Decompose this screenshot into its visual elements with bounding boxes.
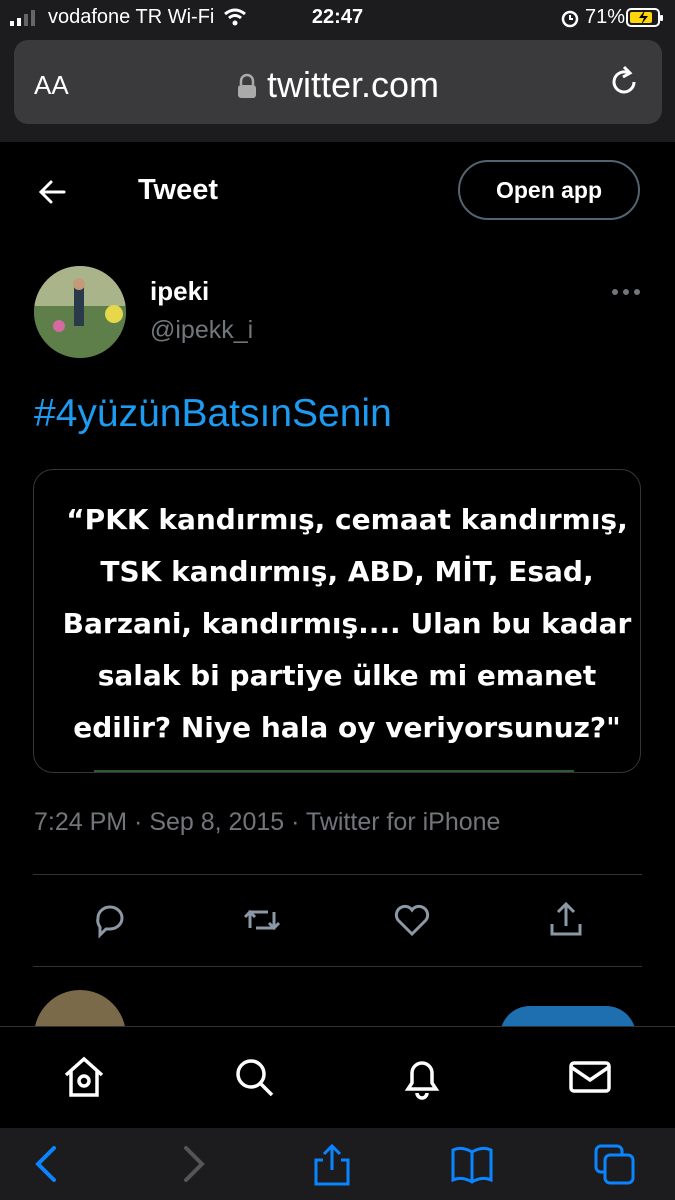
retweet-icon[interactable] [240,898,284,942]
reply-icon[interactable] [88,898,132,942]
battery-percent: 71% [585,6,626,28]
url-display[interactable]: twitter.com [14,64,662,106]
author-avatar[interactable] [34,266,126,358]
notifications-bell-icon[interactable] [398,1053,446,1101]
bookmarks-icon[interactable] [450,1142,494,1186]
search-icon[interactable] [230,1053,278,1101]
battery-charging-icon [626,8,663,27]
tabs-icon[interactable] [592,1142,636,1186]
like-icon[interactable] [390,898,434,942]
author-name[interactable]: ipeki [150,276,209,307]
image-bottom-line [94,770,574,772]
tweet-timestamp[interactable]: 7:24 PM · Sep 8, 2015 · Twitter for iPho… [34,808,500,837]
more-options-icon[interactable] [610,282,642,302]
browser-forward-icon[interactable] [170,1142,214,1186]
tweet-hashtag-link[interactable]: #4yüzünBatsınSenin [34,392,392,436]
open-app-button[interactable]: Open app [458,160,640,220]
share-icon[interactable] [544,898,588,942]
avatar-photo [34,266,126,358]
tweet-image[interactable]: “PKK kandırmış, cemaat kandırmış, TSK ka… [33,469,641,773]
bottom-navigation [0,1026,675,1129]
divider [33,966,642,967]
address-bar[interactable]: AA twitter.com [14,40,662,124]
lock-icon [237,73,256,98]
browser-toolbar [0,1128,675,1200]
browser-share-icon[interactable] [310,1142,354,1186]
status-bar: vodafone TR Wi-Fi 22:47 71% [0,0,675,36]
alarm-icon [561,10,579,28]
reload-icon[interactable] [606,64,642,100]
url-text: twitter.com [266,64,440,105]
divider [33,874,642,875]
author-handle[interactable]: @ipekk_i [150,316,253,345]
page-header: Tweet Open app [0,142,675,242]
messages-envelope-icon[interactable] [566,1053,614,1101]
page-title: Tweet [138,174,219,206]
home-icon[interactable] [60,1053,108,1101]
image-quote-text: “PKK kandırmış, cemaat kandırmış, TSK ka… [62,503,632,744]
browser-back-icon[interactable] [26,1142,70,1186]
back-arrow-icon[interactable] [36,176,68,208]
